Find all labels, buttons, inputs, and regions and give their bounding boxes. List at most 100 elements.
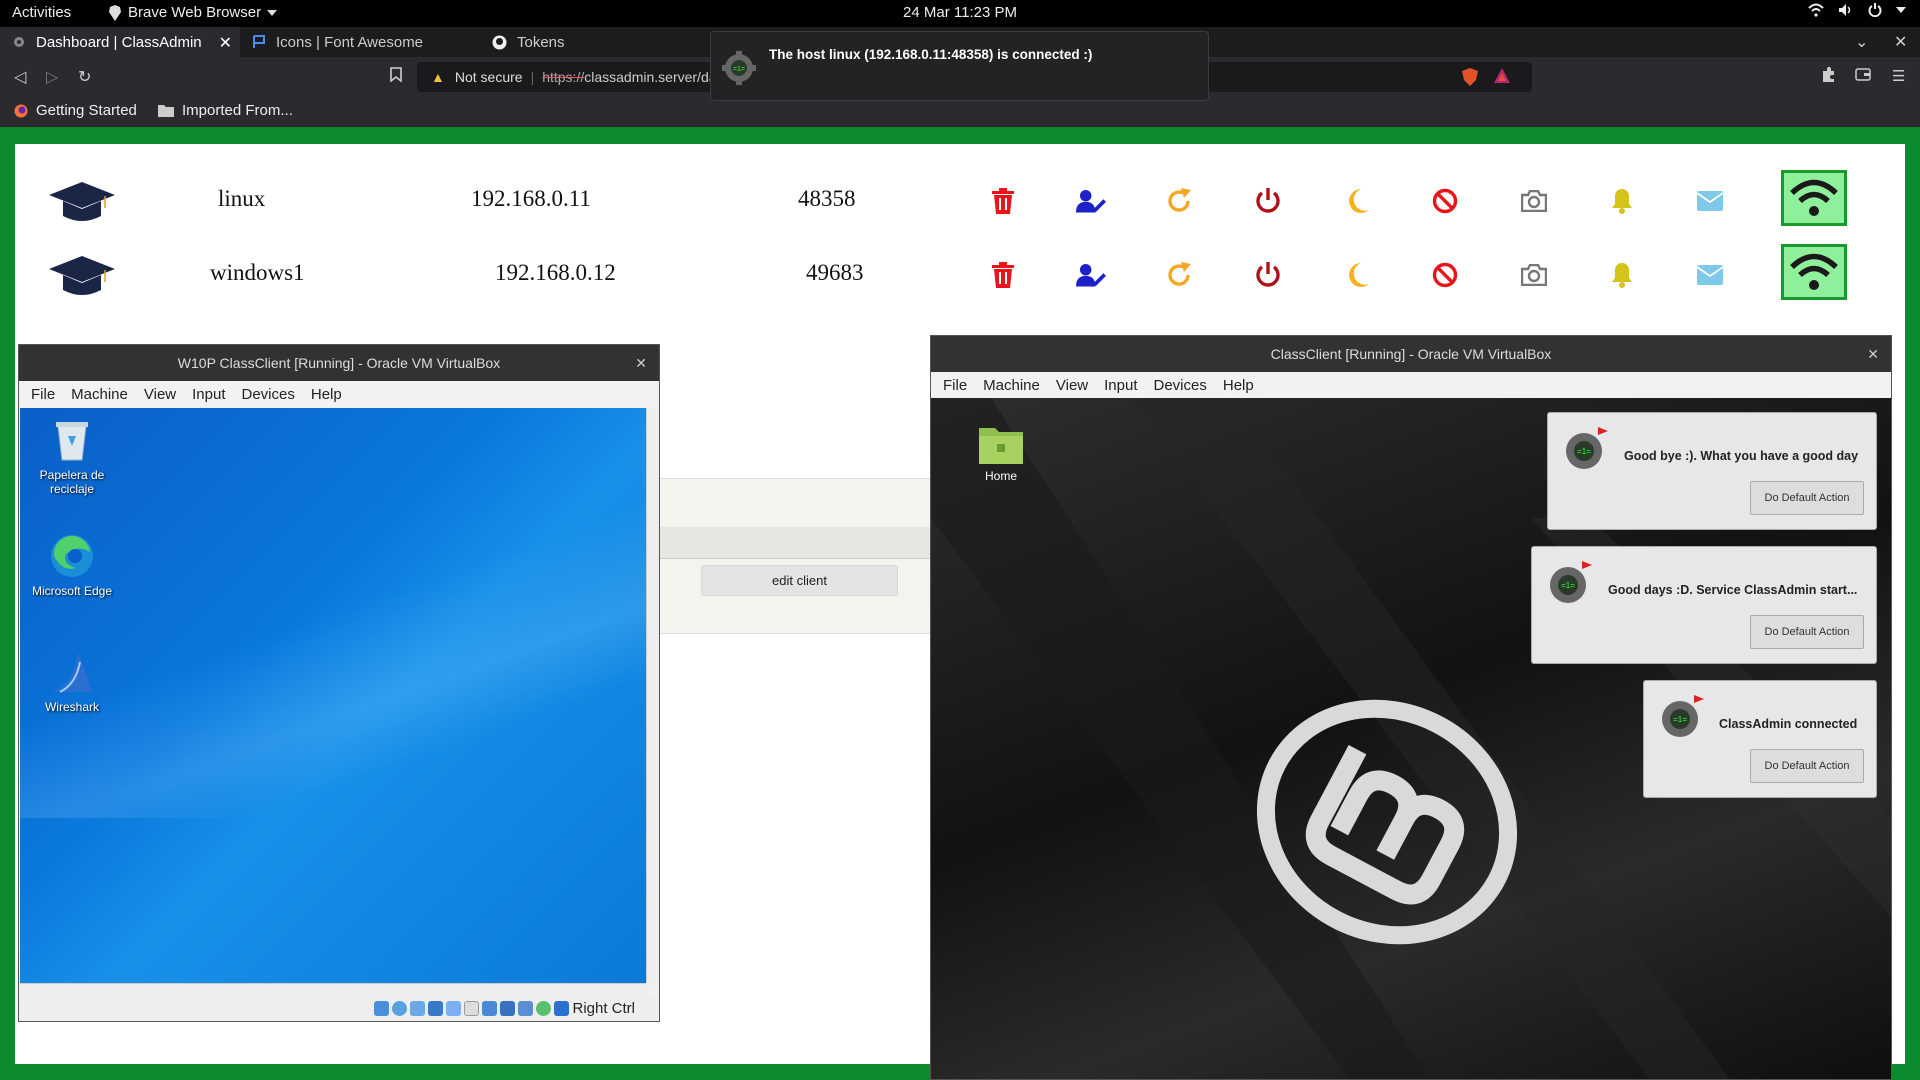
wireshark-icon [52, 652, 92, 693]
audio-icon[interactable] [410, 1001, 426, 1016]
bell-icon[interactable] [1607, 260, 1637, 290]
envelope-icon[interactable] [1695, 186, 1725, 216]
display-icon[interactable] [482, 1001, 498, 1016]
client-port: 48358 [798, 186, 856, 211]
vertical-scrollbar[interactable] [646, 408, 659, 983]
ban-icon[interactable] [1430, 186, 1460, 216]
redo-icon[interactable] [1165, 260, 1195, 290]
toast-message: The host linux (192.168.0.11:48358) is c… [769, 47, 1093, 62]
client-ip: 192.168.0.11 [471, 186, 591, 211]
menu-view[interactable]: View [144, 386, 176, 403]
chevron-down-icon [1896, 7, 1906, 13]
tab-label: Tokens [517, 33, 565, 51]
moon-icon[interactable] [1342, 260, 1372, 290]
shared-folders-icon[interactable] [464, 1001, 480, 1016]
security-label[interactable]: Not secure [455, 69, 523, 85]
recycle-bin-icon [56, 422, 88, 461]
connection-status-button[interactable] [1781, 244, 1847, 300]
camera-icon[interactable] [1519, 186, 1549, 216]
menu-input[interactable]: Input [192, 386, 225, 403]
activities-button[interactable]: Activities [12, 4, 71, 21]
clock[interactable]: 24 Mar 11:23 PM [0, 4, 1920, 21]
gear-favicon-icon [14, 37, 24, 47]
wallet-icon[interactable] [1855, 67, 1871, 85]
classadmin-gear-icon: =1= [1566, 427, 1608, 469]
forward-icon[interactable]: ▷ [46, 67, 58, 87]
window-title: W10P ClassClient [Running] - Oracle VM V… [177, 355, 501, 371]
bookmark-getting-started[interactable]: Getting Started [14, 102, 137, 119]
delete-icon[interactable] [988, 260, 1018, 290]
default-action-button[interactable]: Do Default Action [1750, 749, 1864, 783]
notification-goodbye[interactable]: =1= Good bye :). What you have a good da… [1547, 412, 1877, 530]
system-tray[interactable] [1808, 3, 1906, 17]
envelope-icon[interactable] [1695, 260, 1725, 290]
menu-file[interactable]: File [31, 386, 55, 403]
moon-icon[interactable] [1342, 186, 1372, 216]
bell-icon[interactable] [1607, 186, 1637, 216]
user-edit-icon[interactable] [1076, 186, 1106, 216]
svg-text:=1=: =1= [1561, 581, 1575, 590]
desktop-icon-recycle-bin[interactable]: Papelera de reciclaje [27, 416, 117, 496]
app-menu[interactable]: Brave Web Browser [108, 4, 278, 21]
menu-help[interactable]: Help [311, 386, 342, 403]
close-icon[interactable]: ✕ [1867, 346, 1879, 363]
notification-connected[interactable]: =1= ClassAdmin connected Do Default Acti… [1643, 680, 1877, 798]
client-name: linux [218, 186, 266, 211]
window-titlebar[interactable]: ClassClient [Running] - Oracle VM Virtua… [931, 336, 1891, 372]
keyboard-capture-icon[interactable] [554, 1001, 570, 1016]
window-titlebar[interactable]: W10P ClassClient [Running] - Oracle VM V… [19, 345, 659, 381]
user-edit-icon[interactable] [1076, 260, 1106, 290]
tab-list-icon[interactable]: ⌄ [1855, 32, 1868, 52]
connection-toast[interactable]: =1= The host linux (192.168.0.11:48358) … [710, 31, 1209, 101]
cpu-icon[interactable] [518, 1001, 534, 1016]
brave-shield-icon[interactable] [1462, 68, 1478, 89]
brave-rewards-icon[interactable] [1494, 68, 1510, 87]
hard-disk-icon[interactable] [374, 1001, 390, 1016]
power-icon[interactable] [1253, 260, 1283, 290]
menu-help[interactable]: Help [1223, 377, 1254, 394]
back-icon[interactable]: ◁ [14, 67, 26, 87]
usb-icon[interactable] [446, 1001, 462, 1016]
optical-drive-icon[interactable] [392, 1001, 408, 1016]
extensions-icon[interactable] [1820, 67, 1836, 87]
edit-client-button[interactable]: edit client [701, 565, 898, 596]
desktop-icon-edge[interactable]: Microsoft Edge [27, 532, 117, 598]
reload-icon[interactable]: ↻ [78, 67, 91, 87]
menu-view[interactable]: View [1056, 377, 1088, 394]
menu-devices[interactable]: Devices [1154, 377, 1207, 394]
close-icon[interactable]: ✕ [635, 355, 647, 372]
network-icon[interactable] [428, 1001, 444, 1016]
menu-input[interactable]: Input [1104, 377, 1137, 394]
tab-tokens[interactable]: Tokens [480, 27, 710, 57]
windows-desktop[interactable]: Papelera de reciclaje Microsoft Edge Wir… [20, 408, 646, 983]
menu-file[interactable]: File [943, 377, 967, 394]
desktop-icon-wireshark[interactable]: Wireshark [27, 648, 117, 714]
delete-icon[interactable] [988, 186, 1018, 216]
redo-icon[interactable] [1165, 186, 1195, 216]
tab-font-awesome[interactable]: Icons | Font Awesome [240, 27, 480, 57]
desktop-icon-home[interactable]: Home [971, 422, 1031, 483]
bookmark-imported-from[interactable]: Imported From... [158, 102, 293, 119]
tab-close-icon[interactable]: ✕ [219, 33, 232, 53]
tab-dashboard[interactable]: Dashboard | ClassAdmin ✕ [0, 27, 240, 57]
notification-text: ClassAdmin connected [1719, 717, 1858, 731]
horizontal-scrollbar[interactable] [20, 983, 646, 996]
default-action-button[interactable]: Do Default Action [1750, 615, 1864, 649]
ban-icon[interactable] [1430, 260, 1460, 290]
desktop-icon-label: Wireshark [44, 700, 99, 714]
menu-machine[interactable]: Machine [983, 377, 1040, 394]
notification-service-start[interactable]: =1= Good days :D. Service ClassAdmin sta… [1531, 546, 1877, 664]
bookmark-icon[interactable] [390, 67, 402, 87]
linux-mint-desktop[interactable]: Home =1= Good bye :). What you have a go… [931, 398, 1891, 1079]
window-close-icon[interactable]: ✕ [1894, 32, 1907, 52]
brave-lion-icon [109, 4, 121, 21]
power-icon[interactable] [1253, 186, 1283, 216]
menu-machine[interactable]: Machine [71, 386, 128, 403]
camera-icon[interactable] [1519, 260, 1549, 290]
connection-status-button[interactable] [1781, 170, 1847, 226]
guest-additions-icon[interactable] [536, 1001, 552, 1016]
menu-icon[interactable]: ☰ [1892, 67, 1905, 85]
menu-devices[interactable]: Devices [242, 386, 295, 403]
recording-icon[interactable] [500, 1001, 516, 1016]
default-action-button[interactable]: Do Default Action [1750, 481, 1864, 515]
